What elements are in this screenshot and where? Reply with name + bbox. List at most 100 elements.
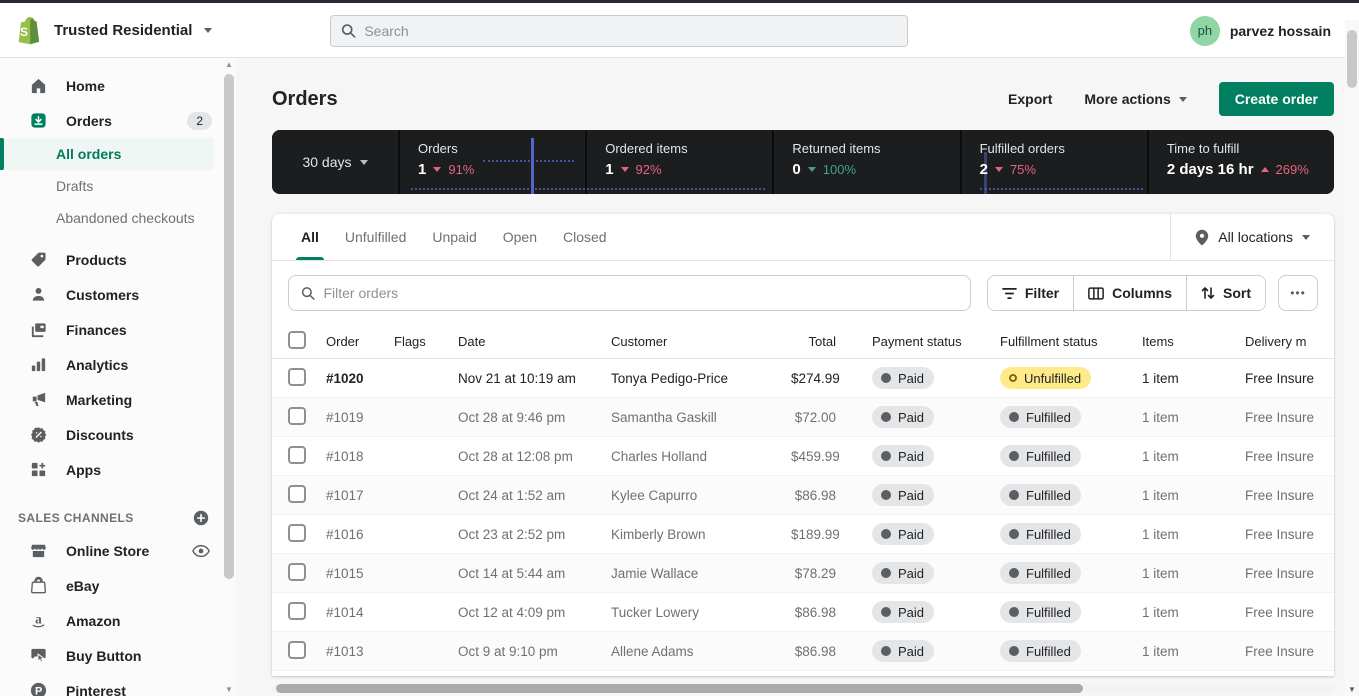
order-number[interactable]: #1013	[326, 644, 394, 659]
fulfillment-status-badge: Fulfilled	[1000, 445, 1081, 467]
order-number[interactable]: #1020	[326, 371, 394, 386]
header-date[interactable]: Date	[458, 334, 611, 349]
row-checkbox[interactable]	[288, 524, 306, 542]
metric-returned-items[interactable]: Returned items 0100%	[774, 130, 959, 194]
row-checkbox[interactable]	[288, 485, 306, 503]
metric-label: Ordered items	[605, 141, 772, 156]
sidebar-item-buy-button[interactable]: Buy Button	[0, 638, 236, 673]
order-number[interactable]: #1015	[326, 566, 394, 581]
header-flags[interactable]: Flags	[394, 334, 458, 349]
sidebar-item-label: Customers	[66, 287, 139, 303]
page-scrollbar-thumb[interactable]	[1347, 30, 1357, 88]
filter-orders-field[interactable]	[288, 275, 971, 311]
table-row[interactable]: #1015 Oct 14 at 5:44 am Jamie Wallace $7…	[272, 554, 1334, 593]
order-number[interactable]: #1016	[326, 527, 394, 542]
global-search[interactable]	[330, 15, 908, 47]
table-row[interactable]: #1016 Oct 23 at 2:52 pm Kimberly Brown $…	[272, 515, 1334, 554]
table-row[interactable]: #1014 Oct 12 at 4:09 pm Tucker Lowery $8…	[272, 593, 1334, 632]
status-dot-icon	[881, 568, 891, 578]
header-payment-status[interactable]: Payment status	[872, 334, 1000, 349]
sidebar-item-apps[interactable]: Apps	[0, 452, 236, 487]
sales-channels-label: SALES CHANNELS	[18, 511, 134, 525]
create-order-button[interactable]: Create order	[1219, 82, 1334, 116]
sidebar-scrollbar[interactable]: ▲ ▼	[222, 58, 236, 696]
sidebar-item-label: Finances	[66, 322, 127, 338]
store-switcher[interactable]: S Trusted Residential	[0, 15, 212, 45]
user-menu[interactable]: ph parvez hossain	[1190, 3, 1331, 58]
table-row[interactable]: #1019 Oct 28 at 9:46 pm Samantha Gaskill…	[272, 398, 1334, 437]
metric-time-to-fulfill[interactable]: Time to fulfill 2 days 16 hr269%	[1149, 130, 1334, 194]
sidebar-item-all-orders[interactable]: All orders	[0, 138, 214, 170]
table-row[interactable]: #1013 Oct 9 at 9:10 pm Allene Adams $86.…	[272, 632, 1334, 671]
delivery-method: Free Insure	[1245, 488, 1334, 503]
sidebar-item-finances[interactable]: Finances	[0, 312, 236, 347]
user-name: parvez hossain	[1230, 23, 1331, 39]
sidebar-item-discounts[interactable]: Discounts	[0, 417, 236, 452]
table-row[interactable]: #1020 Nov 21 at 10:19 am Tonya Pedigo-Pr…	[272, 359, 1334, 398]
table-row[interactable]: #1018 Oct 28 at 12:08 pm Charles Holland…	[272, 437, 1334, 476]
sidebar-item-amazon[interactable]: a Amazon	[0, 603, 236, 638]
header-total[interactable]: Total	[791, 334, 872, 349]
export-button[interactable]: Export	[996, 83, 1064, 115]
row-checkbox[interactable]	[288, 602, 306, 620]
more-actions-button[interactable]: More actions	[1072, 83, 1198, 115]
select-all-checkbox[interactable]	[288, 331, 306, 349]
scroll-up-icon[interactable]: ▲	[222, 60, 236, 69]
table-row[interactable]: #1017 Oct 24 at 1:52 am Kylee Capurro $8…	[272, 476, 1334, 515]
tab-unpaid[interactable]: Unpaid	[419, 214, 489, 260]
sidebar-item-orders[interactable]: Orders 2	[0, 103, 236, 138]
page-scrollbar[interactable]: ▼	[1345, 20, 1359, 696]
row-checkbox[interactable]	[288, 563, 306, 581]
tab-closed[interactable]: Closed	[550, 214, 620, 260]
sidebar-scrollbar-thumb[interactable]	[224, 74, 234, 579]
customer-name: Samantha Gaskill	[611, 410, 791, 425]
sidebar-item-ebay[interactable]: eBay	[0, 568, 236, 603]
order-number[interactable]: #1014	[326, 605, 394, 620]
metric-fulfilled-orders[interactable]: Fulfilled orders 275%	[962, 130, 1147, 194]
sidebar-item-marketing[interactable]: Marketing	[0, 382, 236, 417]
sort-button[interactable]: Sort	[1186, 276, 1265, 310]
sidebar-item-analytics[interactable]: Analytics	[0, 347, 236, 382]
locations-dropdown[interactable]: All locations	[1170, 214, 1334, 260]
tab-all[interactable]: All	[288, 214, 332, 260]
order-number[interactable]: #1018	[326, 449, 394, 464]
date-range-selector[interactable]: 30 days	[272, 130, 398, 194]
header-items[interactable]: Items	[1142, 334, 1245, 349]
sidebar-item-online-store[interactable]: Online Store	[0, 533, 236, 568]
add-channel-button[interactable]	[192, 509, 210, 527]
metric-orders[interactable]: Orders 191%	[400, 130, 585, 194]
row-checkbox[interactable]	[288, 641, 306, 659]
eye-icon[interactable]	[192, 544, 210, 558]
sidebar-item-label: Apps	[66, 462, 101, 478]
search-input[interactable]	[364, 23, 897, 39]
order-number[interactable]: #1019	[326, 410, 394, 425]
metric-ordered-items[interactable]: Ordered items 192%	[587, 130, 772, 194]
row-checkbox[interactable]	[288, 446, 306, 464]
sidebar-item-home[interactable]: Home	[0, 68, 236, 103]
header-customer[interactable]: Customer	[611, 334, 791, 349]
delivery-method: Free Insure	[1245, 605, 1334, 620]
sidebar-item-products[interactable]: Products	[0, 242, 236, 277]
order-number[interactable]: #1017	[326, 488, 394, 503]
columns-button[interactable]: Columns	[1073, 276, 1186, 310]
filter-button[interactable]: Filter	[988, 276, 1073, 310]
horizontal-scrollbar[interactable]	[272, 684, 1334, 693]
scroll-down-icon[interactable]: ▼	[222, 685, 236, 694]
filter-orders-input[interactable]	[323, 285, 957, 301]
table-row[interactable]	[272, 671, 1334, 676]
sidebar-item-abandoned-checkouts[interactable]: Abandoned checkouts	[0, 202, 236, 234]
tab-open[interactable]: Open	[490, 214, 550, 260]
horizontal-scrollbar-thumb[interactable]	[276, 684, 1083, 693]
header-order[interactable]: Order	[326, 334, 394, 349]
sidebar-item-customers[interactable]: Customers	[0, 277, 236, 312]
header-fulfillment-status[interactable]: Fulfillment status	[1000, 334, 1142, 349]
status-dot-icon	[1009, 451, 1019, 461]
header-delivery-method[interactable]: Delivery m	[1245, 334, 1334, 349]
sidebar-item-drafts[interactable]: Drafts	[0, 170, 236, 202]
more-options-button[interactable]: •••	[1278, 275, 1318, 311]
sidebar-item-pinterest[interactable]: P Pinterest	[0, 673, 236, 696]
row-checkbox[interactable]	[288, 368, 306, 386]
scroll-down-icon[interactable]: ▼	[1345, 685, 1359, 694]
row-checkbox[interactable]	[288, 407, 306, 425]
tab-unfulfilled[interactable]: Unfulfilled	[332, 214, 419, 260]
